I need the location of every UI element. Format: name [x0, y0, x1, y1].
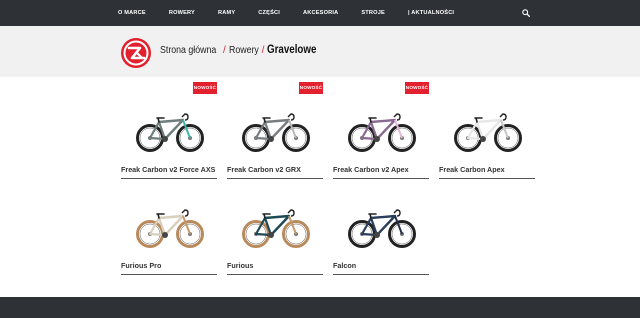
bicycle-image[interactable] — [241, 204, 311, 250]
product-name[interactable]: Falcon — [333, 261, 356, 270]
bicycle-image[interactable] — [241, 108, 311, 154]
product-name[interactable]: Furious Pro — [121, 261, 161, 270]
nav-item-rowery[interactable]: ROWERY — [169, 10, 195, 16]
product-card[interactable]: NOWOŚĆ Freak Carbon v2 Force AXS — [121, 82, 217, 182]
footer — [0, 297, 640, 318]
nav-item-akcesoria[interactable]: AKCESORIA — [303, 10, 338, 16]
divider — [121, 274, 217, 275]
breadcrumb-separator: / — [222, 45, 226, 56]
search-icon[interactable] — [522, 9, 530, 17]
product-card[interactable]: Freak Carbon Apex — [439, 82, 535, 182]
product-name[interactable]: Freak Carbon v2 Apex — [333, 165, 409, 174]
product-card[interactable]: Furious Pro — [121, 178, 217, 278]
new-badge: NOWOŚĆ — [405, 82, 429, 94]
nav-item-ramy[interactable]: RAMY — [218, 10, 235, 16]
nav-item-o-marce[interactable]: O MARCE — [118, 10, 146, 16]
top-navigation: O MARCE ROWERY RAMY CZĘŚCI AKCESORIA STR… — [0, 0, 640, 26]
bicycle-image[interactable] — [135, 108, 205, 154]
product-name[interactable]: Furious — [227, 261, 253, 270]
bicycle-image[interactable] — [453, 108, 523, 154]
product-card[interactable]: NOWOŚĆ Freak Carbon v2 Apex — [333, 82, 429, 182]
bicycle-image[interactable] — [135, 204, 205, 250]
divider — [227, 274, 323, 275]
nav-item-stroje[interactable]: STROJE — [361, 10, 385, 16]
product-card[interactable]: Falcon — [333, 178, 429, 278]
product-card[interactable]: NOWOŚĆ Freak Carbon v2 GRX — [227, 82, 323, 182]
product-name[interactable]: Freak Carbon v2 Force AXS — [121, 165, 215, 174]
product-name[interactable]: Freak Carbon v2 GRX — [227, 165, 301, 174]
divider — [333, 274, 429, 275]
bicycle-image[interactable] — [347, 204, 417, 250]
new-badge: NOWOŚĆ — [299, 82, 323, 94]
breadcrumb-rowery[interactable]: Rowery — [229, 45, 259, 56]
nav-item-aktualnosci[interactable]: | AKTUALNOŚCI — [408, 10, 454, 16]
divider — [439, 178, 535, 179]
main-menu: O MARCE ROWERY RAMY CZĘŚCI AKCESORIA STR… — [118, 0, 477, 26]
breadcrumb-separator: / — [261, 45, 265, 56]
product-name[interactable]: Freak Carbon Apex — [439, 165, 505, 174]
brand-logo[interactable] — [120, 37, 152, 69]
page-title: Gravelowe — [267, 44, 317, 56]
bicycle-image[interactable] — [347, 108, 417, 154]
breadcrumb: Strona główna / Rowery / Gravelowe — [160, 44, 326, 58]
nav-item-czesci[interactable]: CZĘŚCI — [258, 10, 280, 16]
new-badge: NOWOŚĆ — [193, 82, 217, 94]
breadcrumb-home[interactable]: Strona główna — [160, 45, 216, 56]
product-card[interactable]: Furious — [227, 178, 323, 278]
